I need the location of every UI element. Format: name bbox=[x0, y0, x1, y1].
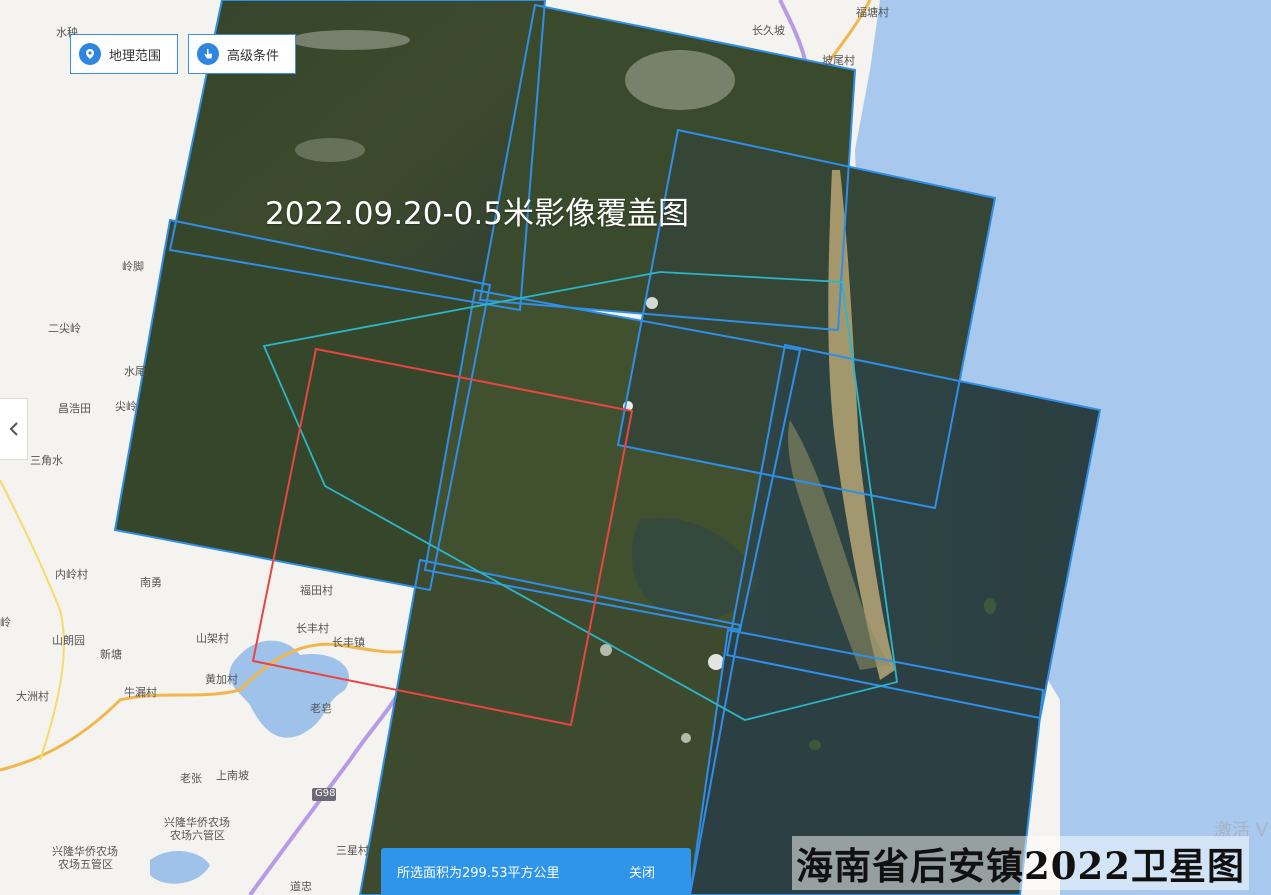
place-label: 福田村 bbox=[300, 584, 333, 597]
place-label: 三星村 bbox=[336, 844, 369, 857]
place-label: 山架村 bbox=[196, 632, 229, 645]
place-label: 老张 bbox=[180, 772, 202, 785]
hand-pointer-icon bbox=[197, 43, 219, 65]
chevron-left-icon bbox=[9, 422, 18, 436]
advanced-filter-label: 高级条件 bbox=[227, 48, 280, 64]
imagery-coverage-title: 2022.09.20-0.5米影像覆盖图 bbox=[265, 196, 689, 232]
place-label: 道忠 bbox=[290, 880, 312, 893]
place-label: 老皂 bbox=[310, 702, 332, 715]
place-label: 牛漏村 bbox=[124, 686, 157, 699]
map-canvas[interactable] bbox=[0, 0, 1271, 895]
place-label: 昌浩田 bbox=[58, 402, 91, 415]
road-shield-label: G98 bbox=[315, 788, 336, 799]
advanced-filter-button[interactable]: 高级条件 bbox=[188, 34, 296, 74]
place-label: 山朗园 bbox=[52, 634, 85, 647]
place-label: 长久坡 bbox=[752, 24, 785, 37]
place-label: 农场六管区 bbox=[170, 829, 225, 842]
selected-area-bar: 所选面积为299.53平方公里 关闭 bbox=[381, 848, 691, 895]
cloud bbox=[290, 30, 410, 50]
place-label: 水尾 bbox=[124, 365, 146, 378]
place-label: 二尖岭 bbox=[48, 322, 81, 335]
selected-area-text: 所选面积为299.53平方公里 bbox=[397, 866, 560, 881]
geo-range-label: 地理范围 bbox=[109, 48, 162, 64]
place-label: 上南坡 bbox=[216, 769, 249, 782]
cloud bbox=[681, 733, 691, 743]
place-label: 福塘村 bbox=[856, 6, 889, 19]
place-label: 新塘 bbox=[100, 648, 122, 661]
place-label: 内岭村 bbox=[55, 568, 88, 581]
map-pin-icon bbox=[79, 43, 101, 65]
cloud bbox=[646, 297, 658, 309]
island bbox=[809, 740, 821, 750]
close-button[interactable]: 关闭 bbox=[629, 862, 655, 881]
place-label: 长丰镇 bbox=[332, 636, 365, 649]
cloud bbox=[295, 138, 365, 162]
place-label: 岭 bbox=[0, 616, 11, 629]
place-label: 大洲村 bbox=[16, 690, 49, 703]
place-label: 黄加村 bbox=[205, 673, 238, 686]
place-label: 农场五管区 bbox=[58, 858, 113, 871]
place-label: 三角水 bbox=[30, 454, 63, 467]
place-label: 长丰村 bbox=[296, 622, 329, 635]
page-watermark: 海南省后安镇2022卫星图 bbox=[792, 836, 1249, 890]
geo-range-button[interactable]: 地理范围 bbox=[70, 34, 178, 74]
place-label: 尖岭 bbox=[115, 400, 137, 413]
cloud bbox=[625, 50, 735, 110]
island bbox=[984, 598, 996, 614]
place-label: 南勇 bbox=[140, 576, 162, 589]
place-label: 岭脚 bbox=[122, 260, 144, 273]
place-label: 坡尾村 bbox=[822, 54, 855, 67]
panel-toggle-button[interactable] bbox=[0, 398, 28, 460]
